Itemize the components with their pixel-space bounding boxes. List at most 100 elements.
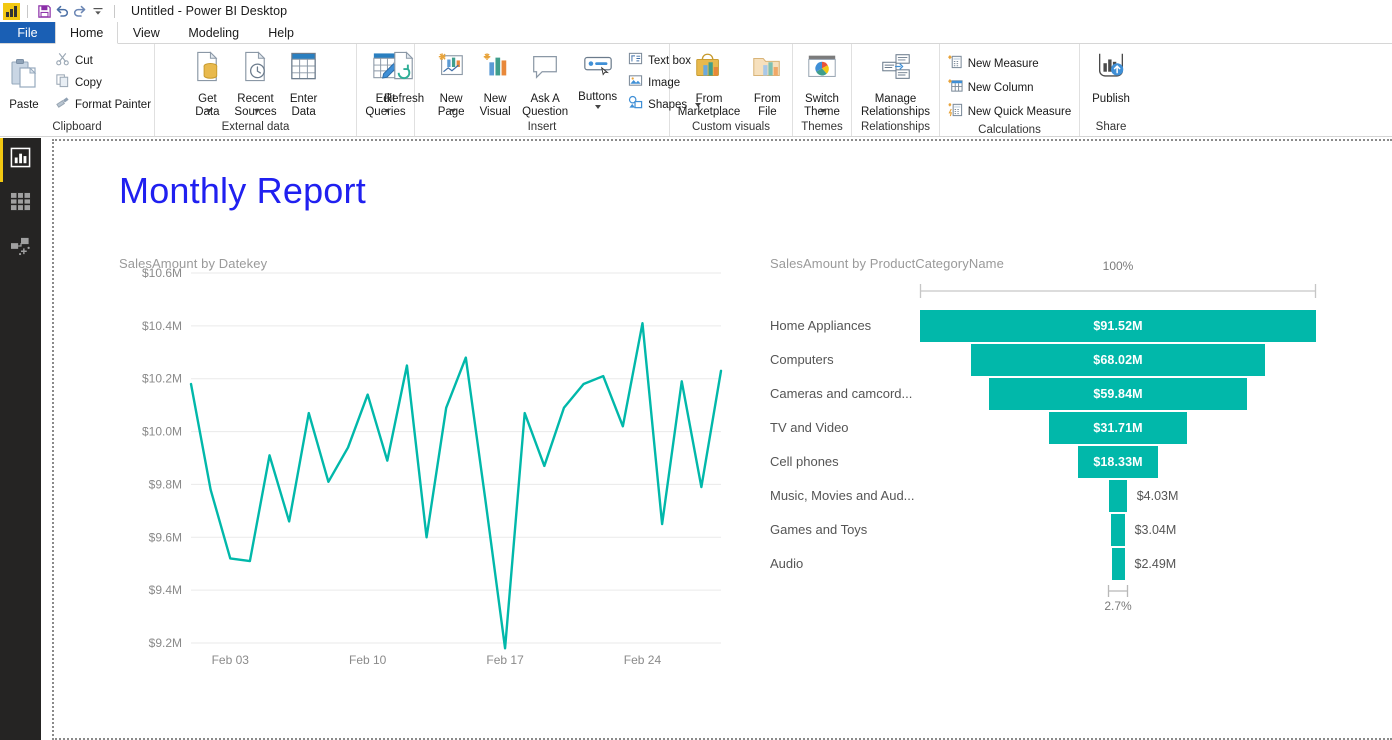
new-page-button[interactable]: New Page: [429, 47, 473, 113]
funnel-bar[interactable]: $31.71M: [1049, 412, 1186, 444]
cut-button[interactable]: Cut: [51, 50, 155, 71]
buttons-icon: [582, 49, 614, 88]
funnel-value-label: $91.52M: [1093, 319, 1142, 333]
svg-text:$9.6M: $9.6M: [149, 530, 182, 544]
from-marketplace-button[interactable]: From Marketplace: [673, 47, 746, 119]
ribbon-group-insert: Refresh New Page: [415, 44, 670, 136]
svg-text:Feb 03: Feb 03: [212, 653, 250, 667]
funnel-row[interactable]: Cameras and camcord... $59.84M: [770, 377, 1370, 411]
sidebar-item-data-view[interactable]: [0, 182, 41, 226]
funnel-chart-visual[interactable]: 100% Home Appliances$91.52MComputers $68.…: [770, 259, 1370, 740]
funnel-bar[interactable]: $91.52M: [920, 310, 1316, 342]
funnel-row[interactable]: Audio$2.49M: [770, 547, 1370, 581]
funnel-bar[interactable]: [1109, 480, 1126, 512]
copy-icon: [55, 73, 70, 93]
chevron-down-icon[interactable]: [820, 109, 826, 113]
manage-relationships-button[interactable]: Manage Relationships: [856, 47, 936, 119]
funnel-category-label: TV and Video: [770, 411, 920, 445]
power-bi-logo-icon: [3, 3, 20, 20]
funnel-bar[interactable]: [1112, 548, 1125, 580]
report-view-icon: [10, 147, 31, 173]
funnel-row[interactable]: Games and Toys$3.04M: [770, 513, 1370, 547]
funnel-value-label: $4.03M: [1137, 479, 1179, 513]
tab-home[interactable]: Home: [55, 22, 118, 44]
svg-text:$9.2M: $9.2M: [149, 636, 182, 650]
enter-data-button[interactable]: Enter Data: [282, 47, 326, 119]
format-painter-button[interactable]: Format Painter: [51, 94, 155, 115]
get-data-button[interactable]: Get Data: [185, 47, 229, 113]
svg-text:$10.6M: $10.6M: [142, 266, 182, 280]
divider: [114, 5, 115, 18]
save-icon[interactable]: [35, 2, 53, 20]
page-title: Monthly Report: [119, 169, 366, 213]
svg-text:$9.8M: $9.8M: [149, 477, 182, 491]
funnel-row[interactable]: TV and Video $31.71M: [770, 411, 1370, 445]
new-measure-button[interactable]: New Measure: [944, 53, 1076, 74]
paste-label: Paste: [9, 99, 38, 112]
new-visual-button[interactable]: New Visual: [473, 47, 517, 119]
from-file-button[interactable]: From File: [745, 47, 789, 119]
funnel-category-label: Audio: [770, 547, 920, 581]
funnel-category-label: Computers: [770, 343, 920, 377]
funnel-bar[interactable]: [1111, 514, 1124, 546]
funnel-bar[interactable]: $18.33M: [1078, 446, 1157, 478]
tab-file[interactable]: File: [0, 22, 55, 43]
ribbon-tab-bar: File Home View Modeling Help: [0, 22, 1392, 44]
tab-help[interactable]: Help: [253, 22, 309, 43]
new-page-label: New Page: [438, 93, 465, 119]
ask-a-question-button[interactable]: Ask A Question: [517, 47, 573, 119]
publish-button[interactable]: Publish: [1085, 47, 1137, 106]
from-file-label: From File: [754, 93, 781, 119]
ribbon-group-relationships: Manage Relationships Relationships: [852, 44, 940, 136]
funnel-row[interactable]: Computers $68.02M: [770, 343, 1370, 377]
get-data-icon: [191, 49, 224, 90]
funnel-row[interactable]: Music, Movies and Aud...$4.03M: [770, 479, 1370, 513]
ribbon-group-share: Publish Share: [1080, 44, 1142, 136]
line-chart-visual[interactable]: $10.6M$10.4M$10.2M$10.0M$9.8M$9.6M$9.4M$…: [119, 259, 729, 701]
publish-label: Publish: [1092, 93, 1130, 106]
title-bar: Untitled - Power BI Desktop: [0, 0, 1392, 22]
funnel-row[interactable]: Home Appliances$91.52M: [770, 309, 1370, 343]
new-measure-label: New Measure: [968, 58, 1039, 70]
buttons-button[interactable]: Buttons: [573, 47, 622, 109]
switch-theme-button[interactable]: Switch Theme: [799, 47, 845, 113]
tab-modeling[interactable]: Modeling: [174, 22, 253, 43]
recent-sources-label: Recent Sources: [234, 93, 276, 119]
funnel-bar[interactable]: $59.84M: [989, 378, 1248, 410]
new-column-button[interactable]: New Column: [944, 77, 1076, 98]
ribbon-group-themes: Switch Theme Themes: [793, 44, 852, 136]
funnel-value-label: $3.04M: [1135, 513, 1177, 547]
chevron-down-icon[interactable]: [254, 109, 260, 113]
funnel-value-label: $18.33M: [1093, 455, 1142, 469]
paste-button[interactable]: Paste: [0, 47, 49, 112]
funnel-header-percent: 100%: [1088, 259, 1148, 273]
tab-view[interactable]: View: [118, 22, 174, 43]
chevron-down-icon[interactable]: [450, 109, 456, 113]
recent-sources-button[interactable]: Recent Sources: [229, 47, 281, 113]
report-canvas[interactable]: Monthly Report SalesAmount by Datekey $1…: [52, 139, 1392, 740]
sidebar-item-model-view[interactable]: [0, 226, 41, 270]
redo-icon[interactable]: [71, 2, 89, 20]
chevron-down-icon[interactable]: [206, 109, 212, 113]
shapes-icon: [628, 95, 643, 115]
enter-data-icon: [287, 49, 320, 90]
ribbon: Paste Cut: [0, 44, 1392, 137]
funnel-footer-rule: [770, 583, 1370, 605]
funnel-category-label: Cameras and camcord...: [770, 377, 920, 411]
funnel-row[interactable]: Cell phones$18.33M: [770, 445, 1370, 479]
buttons-label: Buttons: [578, 91, 617, 104]
copy-button[interactable]: Copy: [51, 72, 155, 93]
new-quick-measure-icon: [948, 102, 963, 122]
refresh-button[interactable]: Refresh: [379, 47, 429, 106]
new-column-label: New Column: [968, 82, 1034, 94]
chevron-down-icon[interactable]: [595, 105, 601, 109]
new-quick-measure-button[interactable]: New Quick Measure: [944, 101, 1076, 122]
group-label-share: Share: [1084, 119, 1138, 136]
sidebar-item-report-view[interactable]: [0, 138, 41, 182]
report-canvas-area: Monthly Report SalesAmount by Datekey $1…: [41, 138, 1392, 740]
customize-quick-access-toolbar-icon[interactable]: [89, 2, 107, 20]
funnel-bar[interactable]: $68.02M: [971, 344, 1265, 376]
group-label-custom-visuals: Custom visuals: [674, 119, 788, 136]
group-label-relationships: Relationships: [856, 119, 935, 136]
undo-icon[interactable]: [53, 2, 71, 20]
